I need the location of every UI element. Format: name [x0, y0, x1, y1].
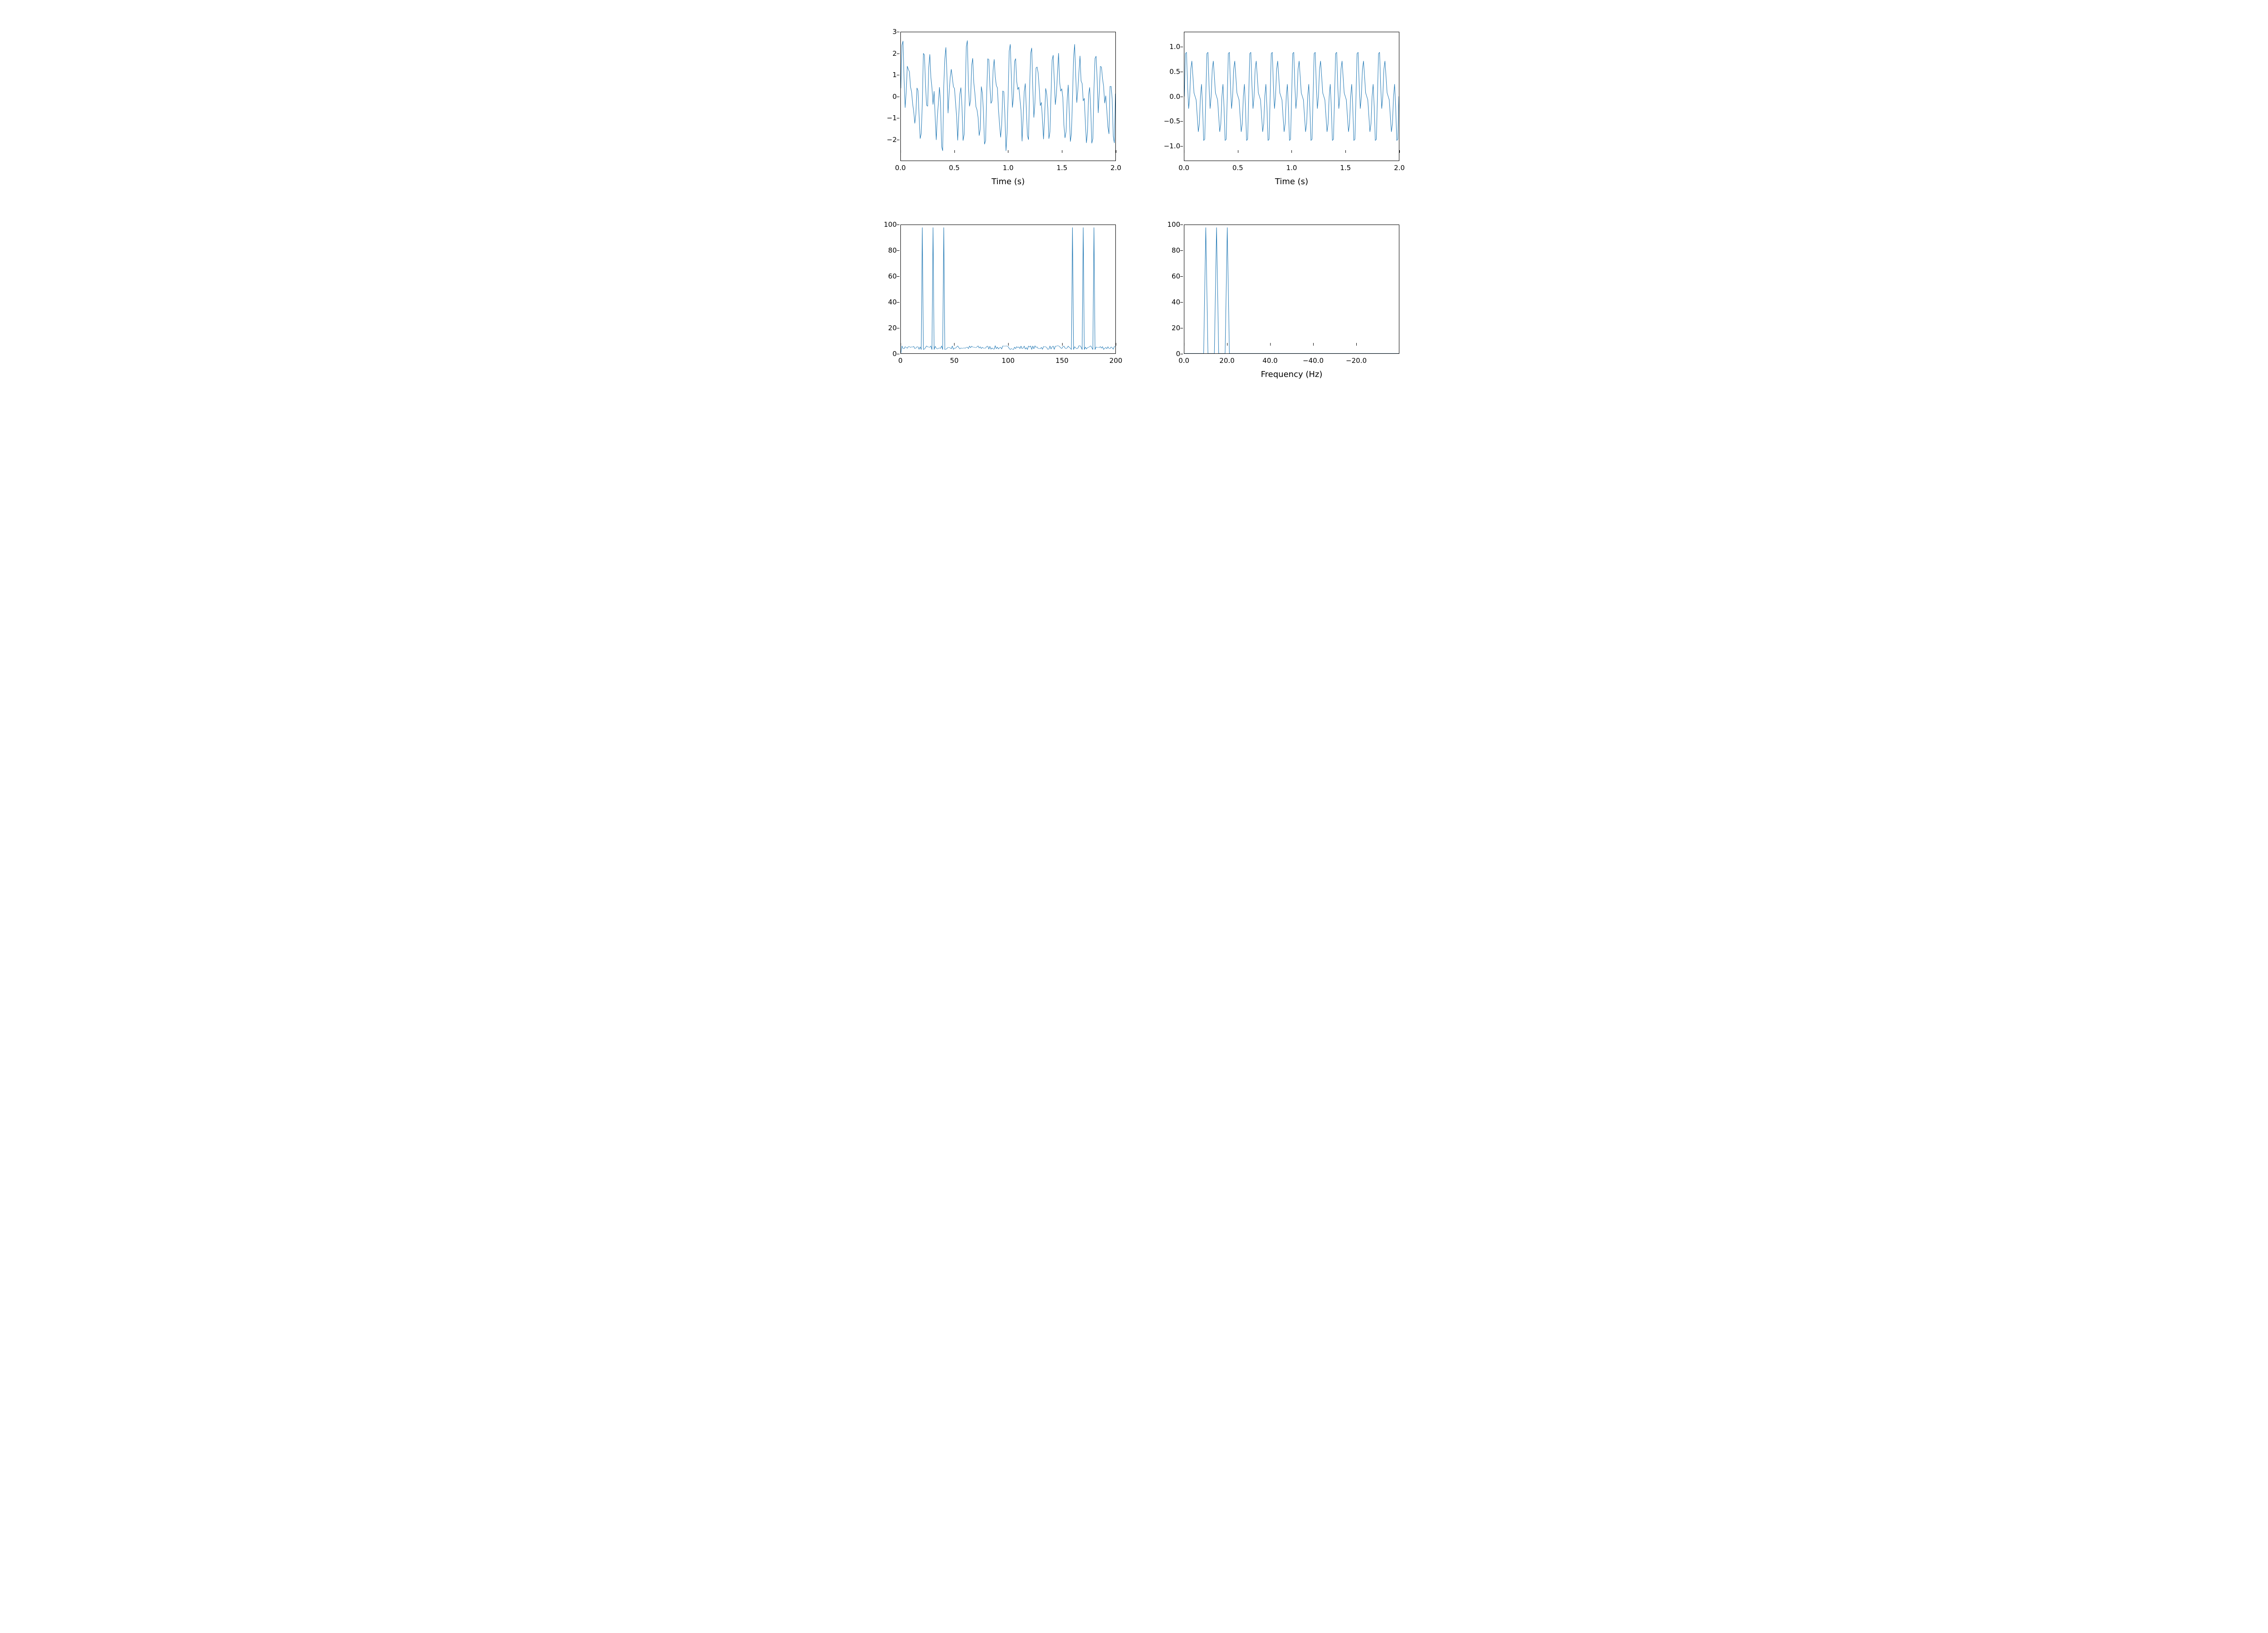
- xtick: 0.0: [1178, 357, 1189, 365]
- xlabel-top-right: Time (s): [1184, 177, 1399, 186]
- axes-top-left: [900, 32, 1116, 161]
- subplot-grid: −2 −1 0 1 2 3 0.0 0.5 1.0 1.5 2.0 Time (s) −1.0 −0…: [878, 27, 1404, 381]
- ytick: 2: [892, 49, 897, 58]
- ytick: 80: [888, 246, 897, 254]
- xtick: 0.0: [1178, 164, 1189, 172]
- xtick: 200: [1110, 357, 1123, 365]
- xticks-bottom-left: 050100150200: [900, 357, 1116, 367]
- ytick: 0.0: [1169, 93, 1180, 101]
- ytick: 100: [1167, 220, 1180, 229]
- xtick: 150: [1056, 357, 1069, 365]
- ytick: 20: [888, 324, 897, 332]
- panel-top-left: −2 −1 0 1 2 3 0.0 0.5 1.0 1.5 2.0 Time (s): [878, 27, 1120, 188]
- xtick: 0.5: [949, 164, 960, 172]
- axes-top-right: [1184, 32, 1399, 161]
- ytick: −1: [887, 114, 897, 122]
- xtick: 2.0: [1394, 164, 1405, 172]
- ytick: 0.5: [1169, 68, 1180, 76]
- series-line-tr: [1184, 52, 1399, 140]
- yticks-top-right: −1.0 −0.5 0.0 0.5 1.0: [1161, 32, 1183, 161]
- axes-bottom-right: [1184, 225, 1399, 354]
- xlabel-top-left: Time (s): [900, 177, 1116, 186]
- ytick: 0: [892, 350, 897, 358]
- ytick: 80: [1172, 246, 1180, 254]
- xtick: 20.0: [1219, 357, 1234, 365]
- figure: −2 −1 0 1 2 3 0.0 0.5 1.0 1.5 2.0 Time (s) −1.0 −0…: [828, 0, 1440, 408]
- xticks-top-left: 0.00.51.01.52.0: [900, 164, 1116, 175]
- series-svg-bl: [901, 225, 1115, 353]
- panel-bottom-left: 0 20 40 60 80 100 0 50 100 150 200: [878, 220, 1120, 381]
- ytick: 20: [1172, 324, 1180, 332]
- series-line-bl: [901, 228, 1115, 353]
- ytick: 1.0: [1169, 43, 1180, 51]
- series-svg-tl: [901, 32, 1115, 161]
- series-svg-tr: [1184, 32, 1399, 161]
- ytick: 100: [884, 220, 897, 229]
- xtick: 0: [898, 357, 903, 365]
- ytick: 40: [888, 298, 897, 306]
- ytick: −2: [887, 136, 897, 144]
- ytick: 0: [892, 93, 897, 101]
- xtick: 1.0: [1286, 164, 1297, 172]
- xtick: −20.0: [1346, 357, 1367, 365]
- xtick: −40.0: [1303, 357, 1324, 365]
- xtick: 1.0: [1003, 164, 1014, 172]
- series-line-tl: [901, 40, 1115, 151]
- ytick: −1.0: [1164, 142, 1180, 150]
- ytick: 60: [1172, 272, 1180, 280]
- yticks-bottom-left: 020406080100: [878, 225, 899, 354]
- ytick: 60: [888, 272, 897, 280]
- yticks-bottom-right: 020406080100: [1161, 225, 1183, 354]
- xtick: 0.0: [895, 164, 906, 172]
- xtick: 0.5: [1232, 164, 1243, 172]
- xtick: 1.5: [1056, 164, 1067, 172]
- ytick: 3: [892, 28, 897, 36]
- ytick: 1: [892, 71, 897, 79]
- ytick: 40: [1172, 298, 1180, 306]
- series-line-br: [1184, 228, 1399, 353]
- panel-top-right: −1.0 −0.5 0.0 0.5 1.0 0.0 0.5 1.0 1.5 2.0 Time (…: [1161, 27, 1404, 188]
- ytick: −0.5: [1164, 117, 1180, 125]
- xticks-top-right: 0.00.51.01.52.0: [1184, 164, 1399, 175]
- yticks-top-left: −2−10123: [878, 32, 899, 161]
- panel-bottom-right: 020406080100 0.020.040.0−40.0−20.0 Frequ…: [1161, 220, 1404, 381]
- xtick: 50: [950, 357, 958, 365]
- xtick: 2.0: [1110, 164, 1121, 172]
- xtick: 40.0: [1262, 357, 1277, 365]
- xtick: 1.5: [1340, 164, 1351, 172]
- xtick: 100: [1002, 357, 1015, 365]
- series-svg-br: [1184, 225, 1399, 353]
- xlabel-bottom-right: Frequency (Hz): [1184, 370, 1399, 379]
- xticks-bottom-right: 0.020.040.0−40.0−20.0: [1184, 357, 1399, 367]
- axes-bottom-left: [900, 225, 1116, 354]
